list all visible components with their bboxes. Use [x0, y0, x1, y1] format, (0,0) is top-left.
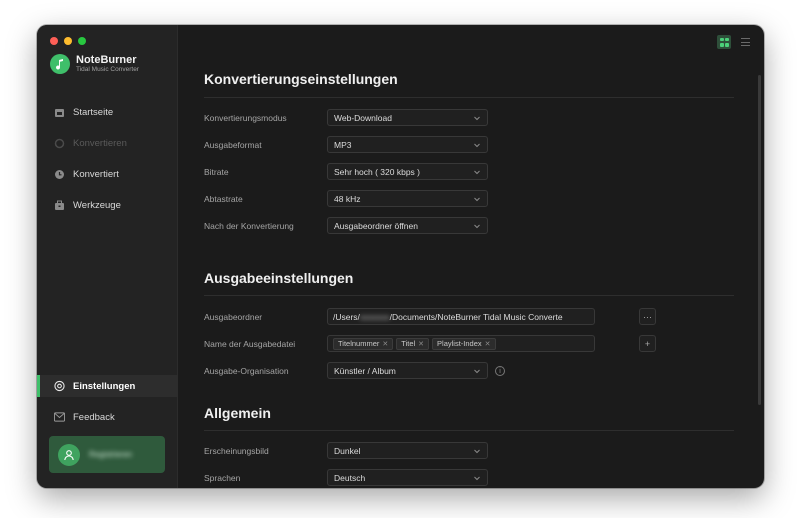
select-value: Deutsch [334, 472, 366, 483]
section-title-output: Ausgabeeinstellungen [204, 270, 354, 286]
add-tag-button[interactable]: + [639, 335, 656, 352]
app-brand: NoteBurner Tidal Music Converter [50, 54, 139, 74]
tag-label: Titel [401, 339, 416, 348]
sidebar-item-konvertiert[interactable]: Konvertiert [37, 163, 178, 185]
sidebar-item-label: Feedback [73, 411, 115, 423]
tag-label: Titelnummer [338, 339, 380, 348]
select-value: Dunkel [334, 445, 361, 456]
bitrate-select[interactable]: Sehr hoch ( 320 kbps ) [327, 163, 488, 180]
label-conversion-mode: Konvertierungsmodus [204, 113, 287, 123]
sidebar-item-einstellungen[interactable]: Einstellungen [37, 375, 178, 397]
music-note-logo-icon [50, 54, 70, 74]
zoom-window-button[interactable] [78, 37, 86, 45]
user-avatar-icon [58, 443, 80, 466]
select-value: Sehr hoch ( 320 kbps ) [334, 166, 420, 177]
info-icon[interactable]: i [495, 366, 505, 376]
divider [204, 430, 734, 431]
divider [204, 97, 734, 98]
chevron-down-icon [474, 170, 480, 175]
filename-tag[interactable]: Titel ✕ [396, 337, 430, 350]
remove-tag-icon[interactable]: ✕ [418, 340, 424, 348]
toolbox-icon [54, 200, 65, 211]
home-icon [54, 107, 65, 118]
remove-tag-icon[interactable]: ✕ [382, 340, 388, 348]
label-output-folder: Ausgabeordner [204, 312, 263, 322]
sidebar-item-startseite[interactable]: Startseite [37, 101, 178, 123]
select-value: Ausgabeordner öffnen [334, 220, 418, 231]
folder-path-prefix: /Users/ [333, 311, 360, 322]
clock-icon [54, 169, 65, 180]
label-output-organization: Ausgabe-Organisation [204, 366, 289, 376]
chevron-down-icon [474, 369, 480, 374]
sidebar-item-konvertieren[interactable]: Konvertieren [37, 132, 178, 154]
settings-icon [54, 380, 65, 392]
label-after-conversion: Nach der Konvertierung [204, 221, 294, 231]
select-value: Web-Download [334, 112, 392, 123]
language-select[interactable]: Deutsch [327, 469, 488, 486]
sidebar-item-label: Einstellungen [73, 380, 136, 392]
register-label: Registrieren [89, 450, 133, 459]
chevron-down-icon [474, 143, 480, 148]
filename-tag[interactable]: Titelnummer ✕ [333, 337, 394, 350]
tag-label: Playlist-Index [437, 339, 482, 348]
after-conversion-select[interactable]: Ausgabeordner öffnen [327, 217, 488, 234]
chevron-down-icon [474, 197, 480, 202]
conversion-mode-select[interactable]: Web-Download [327, 109, 488, 126]
chevron-down-icon [474, 449, 480, 454]
close-window-button[interactable] [50, 37, 58, 45]
sidebar-item-label: Werkzeuge [73, 199, 121, 211]
filename-tag[interactable]: Playlist-Index ✕ [432, 337, 496, 350]
folder-path-suffix: /Documents/NoteBurner Tidal Music Conver… [389, 311, 563, 322]
mail-icon [54, 412, 65, 423]
sidebar-item-label: Konvertiert [73, 168, 119, 180]
sidebar-item-werkzeuge[interactable]: Werkzeuge [37, 194, 178, 216]
label-sample-rate: Abtastrate [204, 194, 243, 204]
label-appearance: Erscheinungsbild [204, 446, 269, 456]
output-filename-input[interactable]: Titelnummer ✕ Titel ✕ Playlist-Index ✕ [327, 335, 595, 352]
remove-tag-icon[interactable]: ✕ [485, 340, 491, 348]
app-window: NoteBurner Tidal Music Converter Startse… [37, 25, 764, 488]
appearance-select[interactable]: Dunkel [327, 442, 488, 459]
select-value: 48 kHz [334, 193, 361, 204]
minimize-window-button[interactable] [64, 37, 72, 45]
divider [204, 295, 734, 296]
section-title-conversion: Konvertierungseinstellungen [204, 71, 398, 87]
sidebar: NoteBurner Tidal Music Converter Startse… [37, 25, 178, 488]
sidebar-item-label: Startseite [73, 106, 114, 118]
select-value: Künstler / Album [334, 365, 396, 376]
label-language: Sprachen [204, 473, 241, 483]
folder-path-user: xxxxxxx [359, 311, 390, 322]
output-format-select[interactable]: MP3 [327, 136, 488, 153]
section-title-general: Allgemein [204, 405, 271, 421]
label-output-filename: Name der Ausgabedatei [204, 339, 296, 349]
sidebar-item-label: Konvertieren [73, 137, 127, 149]
window-controls [50, 37, 86, 45]
output-folder-input[interactable]: /Users/xxxxxxx/Documents/NoteBurner Tida… [327, 308, 595, 325]
register-button[interactable]: Registrieren [49, 436, 165, 473]
app-name: NoteBurner [76, 54, 137, 66]
select-value: MP3 [334, 139, 352, 150]
sample-rate-select[interactable]: 48 kHz [327, 190, 488, 207]
label-output-format: Ausgabeformat [204, 140, 262, 150]
app-subtitle: Tidal Music Converter [76, 66, 139, 73]
chevron-down-icon [474, 224, 480, 229]
sidebar-item-feedback[interactable]: Feedback [37, 406, 178, 428]
chevron-down-icon [474, 476, 480, 481]
settings-panel: Konvertierungseinstellungen Konvertierun… [179, 25, 764, 488]
chevron-down-icon [474, 116, 480, 121]
convert-icon [54, 138, 65, 149]
label-bitrate: Bitrate [204, 167, 229, 177]
output-organization-select[interactable]: Künstler / Album [327, 362, 488, 379]
browse-folder-button[interactable]: ··· [639, 308, 656, 325]
